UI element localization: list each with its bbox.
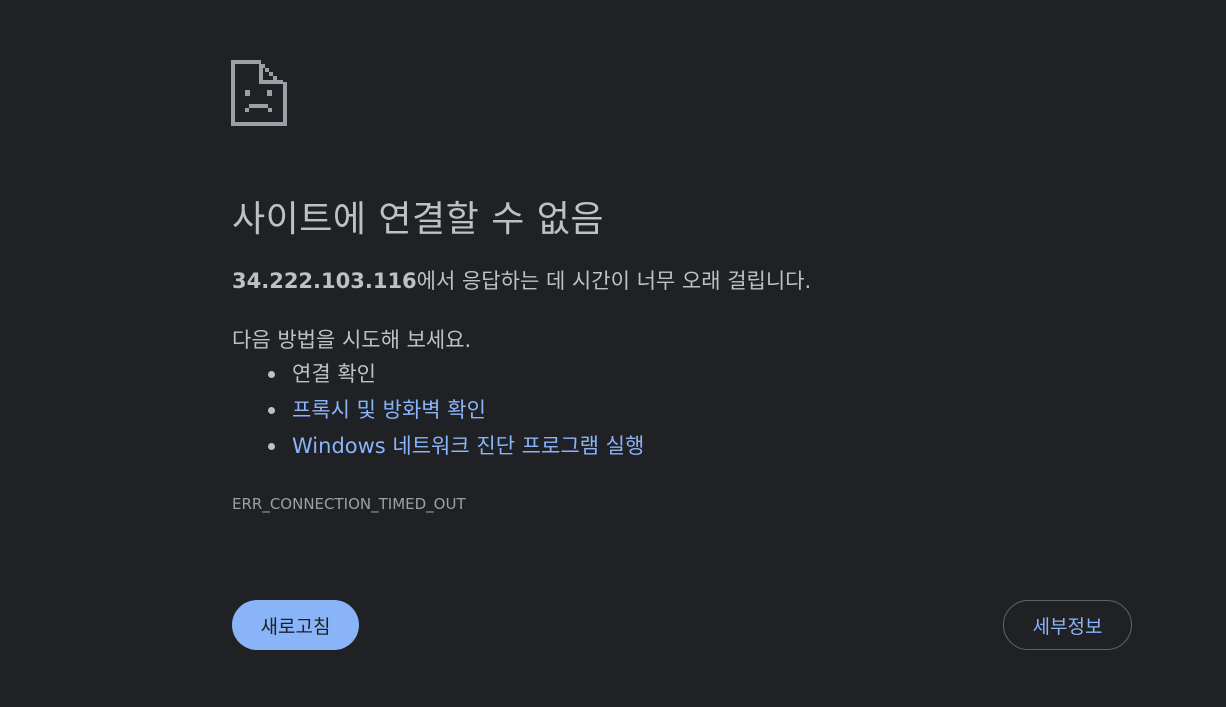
run-network-diagnostics-link[interactable]: Windows 네트워크 진단 프로그램 실행 [292,434,644,458]
check-proxy-firewall-link[interactable]: 프록시 및 방화벽 확인 [292,398,486,422]
suggestion-item-check-connection: 연결 확인 [268,356,644,392]
error-host: 34.222.103.116 [232,269,417,293]
suggestion-item-run-diagnostics[interactable]: Windows 네트워크 진단 프로그램 실행 [268,428,644,464]
suggestions-heading: 다음 방법을 시도해 보세요. [232,328,472,352]
details-button[interactable]: 세부정보 [1003,600,1132,650]
sad-page-icon [231,60,287,126]
bullet-icon [268,371,275,378]
suggestions-list: 연결 확인 프록시 및 방화벽 확인 Windows 네트워크 진단 프로그램 … [268,356,644,464]
reload-button[interactable]: 새로고침 [232,600,359,650]
suggestion-label: 연결 확인 [292,362,376,386]
error-page: 사이트에 연결할 수 없음 34.222.103.116에서 응답하는 데 시간… [0,0,1226,707]
suggestion-item-check-proxy-firewall[interactable]: 프록시 및 방화벽 확인 [268,392,644,428]
error-title: 사이트에 연결할 수 없음 [232,199,605,240]
error-summary: 34.222.103.116에서 응답하는 데 시간이 너무 오래 걸립니다. [232,265,811,295]
error-code: ERR_CONNECTION_TIMED_OUT [232,495,466,513]
bullet-icon [268,407,275,414]
error-summary-text: 에서 응답하는 데 시간이 너무 오래 걸립니다. [416,269,812,293]
bullet-icon [268,443,275,450]
